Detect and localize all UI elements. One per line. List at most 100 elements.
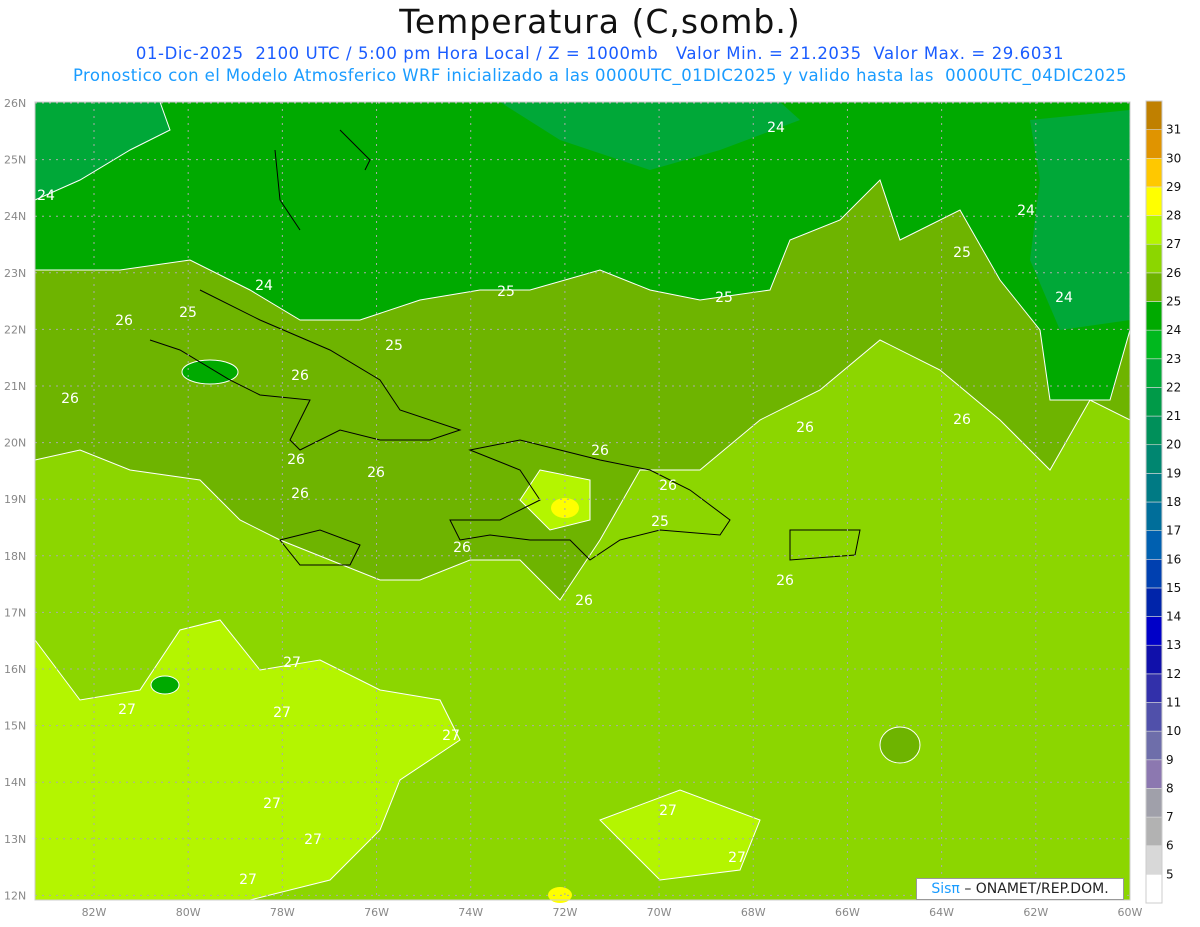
colorbar-label: 20 bbox=[1166, 438, 1181, 452]
contour-label: 24 bbox=[255, 278, 273, 294]
colorbar-swatch bbox=[1145, 673, 1163, 703]
colorbar-swatch bbox=[1145, 272, 1163, 302]
colorbar-label: 11 bbox=[1166, 696, 1181, 710]
colorbar-swatch bbox=[1145, 730, 1163, 761]
colorbar-swatch bbox=[1145, 444, 1163, 474]
contour-label: 25 bbox=[651, 514, 669, 530]
lat-tick-label: 15N bbox=[4, 720, 26, 733]
contour-label: 26 bbox=[291, 368, 309, 384]
contour-label: 26 bbox=[591, 443, 609, 459]
lat-tick-label: 25N bbox=[4, 154, 26, 167]
lon-tick-label: 74W bbox=[458, 906, 483, 919]
colorbar-swatch bbox=[1145, 702, 1163, 732]
lat-tick-label: 12N bbox=[4, 889, 26, 902]
contour-label: 27 bbox=[442, 728, 460, 744]
colorbar-label: 5 bbox=[1166, 867, 1174, 881]
lat-tick-label: 19N bbox=[4, 493, 26, 506]
colorbar-swatch bbox=[1145, 129, 1163, 159]
contour-label: 24 bbox=[767, 120, 785, 136]
sispi-logo: Sisπ bbox=[931, 881, 960, 897]
colorbar-label: 12 bbox=[1166, 667, 1181, 681]
lat-tick-label: 26N bbox=[4, 97, 26, 110]
lon-tick-label: 64W bbox=[929, 906, 954, 919]
contour-label: 26 bbox=[115, 313, 133, 329]
credit-text: – ONAMET/REP.DOM. bbox=[964, 881, 1109, 897]
colorbar-label: 15 bbox=[1166, 581, 1181, 595]
contour-label: 26 bbox=[291, 486, 309, 502]
colorbar-swatch bbox=[1145, 759, 1163, 789]
colorbar-swatch bbox=[1145, 415, 1163, 446]
colorbar-label: 22 bbox=[1166, 380, 1181, 394]
contour-label: 27 bbox=[273, 705, 291, 721]
colorbar-label: 8 bbox=[1166, 781, 1174, 795]
colorbar-label: 24 bbox=[1166, 323, 1181, 337]
colorbar-label: 7 bbox=[1166, 810, 1174, 824]
colorbar-label: 9 bbox=[1166, 753, 1174, 767]
lon-tick-label: 78W bbox=[270, 906, 295, 919]
valid-time-subtitle: 01-Dic-2025 2100 UTC / 5:00 pm Hora Loca… bbox=[135, 44, 1065, 63]
colorbar-label: 30 bbox=[1166, 151, 1181, 165]
colorbar-swatch bbox=[1145, 215, 1163, 245]
lon-tick-label: 60W bbox=[1118, 906, 1143, 919]
contour-label: 26 bbox=[659, 478, 677, 494]
colorbar-label: 31 bbox=[1166, 123, 1181, 137]
cool-patch bbox=[181, 359, 239, 385]
colorbar-swatch bbox=[1145, 501, 1163, 531]
colorbar-label: 25 bbox=[1166, 295, 1181, 309]
contour-label: 26 bbox=[367, 465, 385, 481]
contour-label: 26 bbox=[453, 540, 471, 556]
temperature-map: 82W 80W 78W 76W 74W 72W 70W 68W 66W 64W 62W 60W 26N 2… bbox=[4, 97, 1181, 919]
contour-label: 26 bbox=[287, 452, 305, 468]
colorbar-swatch bbox=[1145, 329, 1163, 360]
lon-tick-label: 66W bbox=[835, 906, 860, 919]
contour-label: 27 bbox=[304, 832, 322, 848]
colorbar-label: 14 bbox=[1166, 610, 1181, 624]
colorbar-swatch bbox=[1145, 358, 1163, 388]
lon-tick-label: 70W bbox=[647, 906, 672, 919]
colorbar-swatch bbox=[1145, 558, 1163, 589]
contour-label: 26 bbox=[61, 391, 79, 407]
lon-tick-label: 68W bbox=[741, 906, 766, 919]
colorbar-label: 29 bbox=[1166, 180, 1181, 194]
colorbar-swatch bbox=[1145, 157, 1163, 188]
lon-tick-label: 80W bbox=[176, 906, 201, 919]
lat-tick-label: 20N bbox=[4, 437, 26, 450]
lat-tick-label: 17N bbox=[4, 606, 26, 619]
lat-tick-label: 18N bbox=[4, 550, 26, 563]
map-title: Temperatura (C,somb.) bbox=[399, 2, 801, 41]
contour-label: 25 bbox=[179, 305, 197, 321]
contour-label: 27 bbox=[283, 655, 301, 671]
credit-box: Sisπ – ONAMET/REP.DOM. bbox=[916, 878, 1124, 900]
contour-label: 25 bbox=[385, 338, 403, 354]
model-run-subtitle: Pronostico con el Modelo Atmosferico WRF… bbox=[73, 66, 1127, 85]
cool-patch bbox=[879, 726, 921, 764]
colorbar-swatch bbox=[1145, 845, 1163, 875]
contour-label: 25 bbox=[497, 284, 515, 300]
lat-tick-label: 14N bbox=[4, 776, 26, 789]
contour-label: 27 bbox=[659, 803, 677, 819]
contour-label: 25 bbox=[953, 245, 971, 261]
lon-tick-label: 62W bbox=[1023, 906, 1048, 919]
contour-label: 27 bbox=[263, 796, 281, 812]
lat-tick-label: 21N bbox=[4, 380, 26, 393]
colorbar-label: 16 bbox=[1166, 552, 1181, 566]
colorbar-swatch bbox=[1145, 473, 1163, 503]
colorbar-label: 17 bbox=[1166, 524, 1181, 538]
lat-tick-label: 22N bbox=[4, 323, 26, 336]
colorbar-swatch bbox=[1145, 874, 1163, 904]
contour-label: 27 bbox=[239, 872, 257, 888]
lon-tick-label: 72W bbox=[552, 906, 577, 919]
lon-tick-label: 76W bbox=[364, 906, 389, 919]
colorbar-swatch bbox=[1145, 186, 1163, 216]
colorbar-label: 21 bbox=[1166, 409, 1181, 423]
lat-tick-label: 23N bbox=[4, 267, 26, 280]
lat-tick-label: 24N bbox=[4, 210, 26, 223]
lon-tick-label: 82W bbox=[82, 906, 107, 919]
colorbar-label: 19 bbox=[1166, 466, 1181, 480]
colorbar-swatch bbox=[1145, 243, 1163, 274]
colorbar-swatch bbox=[1145, 301, 1163, 331]
colorbar-swatch bbox=[1145, 788, 1163, 818]
contour-label: 26 bbox=[776, 573, 794, 589]
contour-label: 26 bbox=[953, 412, 971, 428]
lat-tick-label: 13N bbox=[4, 833, 26, 846]
